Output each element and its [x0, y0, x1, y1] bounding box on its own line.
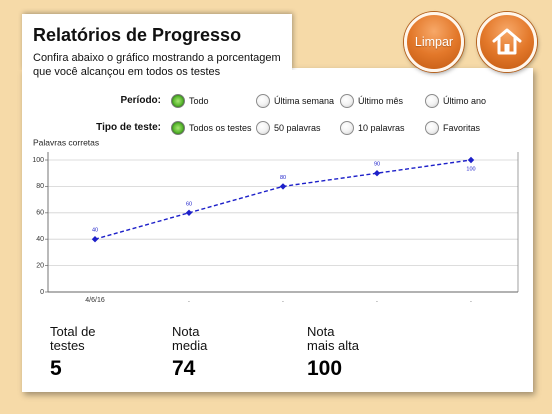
stat-label-line: media	[172, 338, 208, 353]
radio-button[interactable]	[171, 121, 185, 135]
option-label: Último mês	[358, 96, 404, 106]
option-label: Última semana	[274, 96, 335, 106]
y-tick-label: 80	[36, 183, 44, 190]
y-tick-label: 0	[40, 289, 44, 296]
option-type-all[interactable]: Todos os testes	[171, 120, 252, 136]
data-point	[185, 209, 193, 216]
option-label: Favoritas	[443, 123, 481, 133]
radio-button[interactable]	[171, 94, 185, 108]
option-label: 50 palavras	[274, 123, 321, 133]
stat-average-score: Nota media 74	[172, 325, 207, 381]
stat-highest-score: Nota mais alta 100	[307, 325, 359, 381]
radio-button[interactable]	[340, 121, 354, 135]
y-tick-label: 60	[36, 210, 44, 217]
filter-label-test-type: Tipo de teste:	[96, 122, 161, 133]
option-period-all[interactable]: Todo	[171, 93, 209, 109]
home-button[interactable]	[477, 12, 537, 72]
option-type-50[interactable]: 50 palavras	[256, 120, 321, 136]
home-icon-door	[504, 44, 510, 53]
series-line	[94, 159, 472, 240]
home-icon	[492, 28, 522, 55]
option-period-week[interactable]: Última semana	[256, 93, 334, 109]
stat-label-line: mais alta	[307, 338, 360, 353]
radio-button[interactable]	[340, 94, 354, 108]
progress-chart: Palavras corretas 0 20 40 60 80 100 4/6/16... . 4…	[32, 137, 519, 304]
data-point	[467, 156, 475, 164]
data-point	[91, 236, 99, 243]
page-title: Relatórios de Progresso	[33, 25, 242, 45]
radio-button[interactable]	[425, 121, 439, 135]
y-tick-label: 100	[32, 157, 44, 164]
option-type-favorites[interactable]: Favoritas	[425, 120, 480, 136]
x-tick-label: .	[282, 297, 284, 304]
data-label: 100	[466, 166, 475, 172]
stat-label-line: testes	[50, 338, 85, 353]
option-label: Todos os testes	[189, 123, 252, 133]
x-tick-label: .	[376, 297, 378, 304]
y-tick-label: 20	[36, 262, 44, 269]
filter-label-period: Período:	[120, 95, 161, 106]
data-point	[279, 183, 287, 190]
subtitle-line: Confira abaixo o gráfico mostrando a por…	[33, 52, 281, 64]
stat-label-line: Nota	[172, 324, 200, 339]
data-point	[373, 170, 381, 177]
stat-value: 74	[172, 357, 196, 380]
stat-total-tests: Total de testes 5	[50, 325, 96, 381]
option-period-month[interactable]: Último mês	[340, 93, 403, 109]
stat-label-line: Nota	[307, 324, 335, 339]
radio-button[interactable]	[256, 94, 270, 108]
stat-value: 100	[307, 357, 343, 380]
stat-label-line: Total de	[50, 324, 96, 339]
subtitle-line: que você alcançou em todos os testes	[33, 66, 221, 78]
page-subtitle: Confira abaixo o gráfico mostrando a por…	[33, 51, 281, 79]
radio-button[interactable]	[425, 94, 439, 108]
y-tick-label: 40	[36, 236, 44, 243]
stat-value: 5	[50, 357, 62, 380]
x-tick-label: 4/6/16	[85, 297, 105, 304]
option-period-year[interactable]: Último ano	[425, 93, 486, 109]
data-label: 90	[374, 162, 380, 168]
x-tick-label: .	[188, 297, 190, 304]
x-tick-label: .	[470, 297, 472, 304]
y-axis-title: Palavras corretas	[33, 137, 99, 147]
option-label: Último ano	[443, 96, 487, 106]
clear-button-label: Limpar	[414, 35, 454, 49]
radio-button[interactable]	[256, 121, 270, 135]
data-label: 60	[186, 201, 192, 207]
data-label: 80	[280, 175, 286, 181]
option-type-10[interactable]: 10 palavras	[340, 120, 405, 136]
option-label: 10 palavras	[358, 123, 405, 133]
data-label: 40	[92, 228, 98, 234]
clear-button[interactable]: Limpar	[404, 12, 464, 72]
option-label: Todo	[189, 96, 209, 106]
